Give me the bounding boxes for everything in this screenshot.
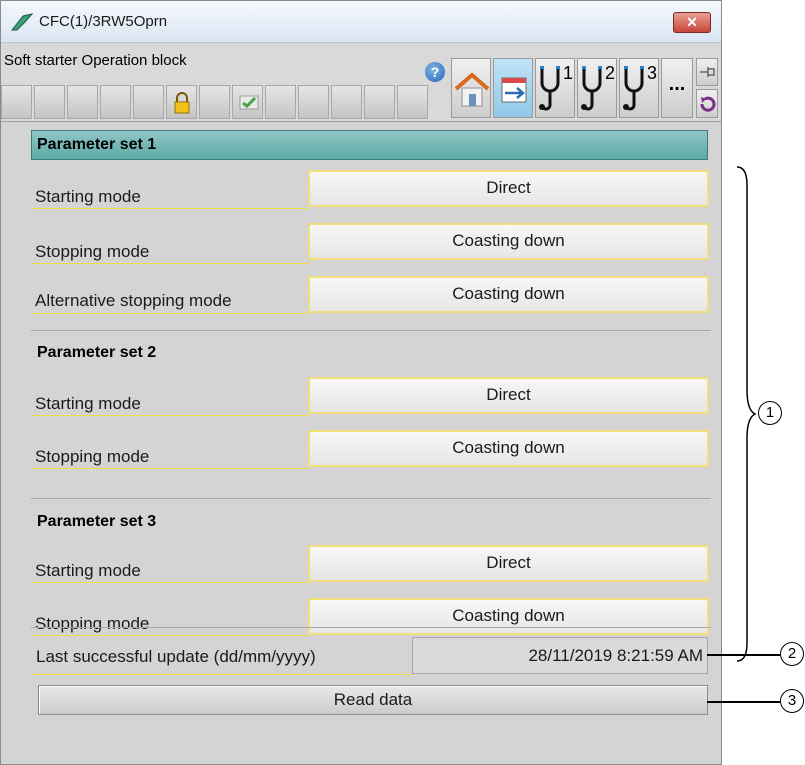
pin-icon: [700, 67, 715, 77]
undo-icon: [700, 96, 716, 112]
switch-view-icon: [501, 77, 527, 103]
label-underline: [31, 468, 309, 469]
status-cell: [100, 85, 131, 119]
probe-button-2[interactable]: 2: [577, 58, 617, 118]
param-label: Starting mode: [35, 394, 141, 413]
status-cell: [397, 85, 428, 119]
param-label: Alternative stopping mode: [35, 291, 232, 310]
probe-number: 1: [563, 63, 574, 83]
read-data-button[interactable]: Read data: [38, 685, 708, 715]
more-label: ...: [668, 73, 686, 95]
label-underline: [31, 674, 411, 675]
callout-2: 2: [780, 642, 804, 666]
status-cell: [34, 85, 65, 119]
status-cell: [1, 85, 32, 119]
label-underline: [31, 582, 309, 583]
param-label: Starting mode: [35, 187, 141, 206]
label-underline: [31, 208, 309, 209]
param-label: Stopping mode: [35, 447, 150, 466]
block-name: Soft starter Operation block: [4, 52, 187, 69]
block-header: Soft starter Operation block ? 1 2 3 ...: [1, 44, 721, 122]
callout-1: 1: [758, 401, 782, 425]
app-icon: [11, 13, 33, 31]
callout-3-leader: [707, 701, 780, 703]
param-label: Stopping mode: [35, 614, 150, 633]
stethoscope-icon: [539, 66, 560, 111]
brace-bracket: [736, 166, 757, 662]
status-cell-lock: [166, 85, 197, 119]
probe-number: 3: [647, 63, 658, 83]
starting-mode-value[interactable]: Direct: [308, 377, 709, 414]
faceplate-switch-button[interactable]: [493, 58, 533, 118]
probe-button-3[interactable]: 3: [619, 58, 659, 118]
probe-button-1[interactable]: 1: [535, 58, 575, 118]
title-bar[interactable]: CFC(1)/3RW5Oprn ✕: [1, 1, 721, 43]
check-icon: [239, 95, 259, 110]
status-cell: [298, 85, 329, 119]
stopping-mode-value[interactable]: Coasting down: [308, 430, 709, 467]
stopping-mode-value[interactable]: Coasting down: [308, 223, 709, 260]
status-cell: [67, 85, 98, 119]
home-icon: [454, 72, 490, 107]
status-cell: [364, 85, 395, 119]
parameter-set-title: Parameter set 1: [37, 136, 157, 153]
alternative-stopping-mode-value[interactable]: Coasting down: [308, 276, 709, 313]
divider: [31, 330, 711, 331]
parameter-set-title: Parameter set 3: [37, 513, 157, 530]
close-button[interactable]: ✕: [673, 12, 711, 33]
window-title: CFC(1)/3RW5Oprn: [39, 13, 168, 30]
last-update-value: 28/11/2019 8:21:59 AM: [412, 637, 708, 674]
stethoscope-icon: [581, 66, 602, 111]
label-underline: [31, 263, 309, 264]
starting-mode-value[interactable]: Direct: [308, 170, 709, 207]
status-cell: [199, 85, 230, 119]
stopping-mode-value[interactable]: Coasting down: [308, 598, 709, 635]
faceplate-window: CFC(1)/3RW5Oprn ✕ Soft starter Operation…: [0, 0, 722, 765]
probe-number: 2: [605, 63, 616, 83]
last-update-label: Last successful update (dd/mm/yyyy): [36, 647, 316, 666]
callout-3: 3: [780, 689, 804, 713]
starting-mode-value[interactable]: Direct: [308, 545, 709, 582]
label-underline: [31, 635, 309, 636]
more-button[interactable]: ...: [661, 58, 693, 118]
label-underline: [31, 313, 309, 314]
parameter-set-title: Parameter set 2: [37, 344, 157, 361]
status-strip: [1, 85, 428, 119]
label-underline: [31, 415, 309, 416]
param-label: Starting mode: [35, 561, 141, 580]
stethoscope-icon: [623, 66, 644, 111]
divider: [31, 498, 711, 499]
status-cell: [331, 85, 362, 119]
param-label: Stopping mode: [35, 242, 150, 261]
help-icon[interactable]: ?: [425, 62, 445, 82]
pin-button[interactable]: [696, 58, 718, 86]
status-cell: [265, 85, 296, 119]
status-cell: [133, 85, 164, 119]
callout-2-leader: [707, 654, 780, 656]
home-button[interactable]: [451, 58, 491, 118]
lock-icon: [174, 92, 190, 114]
divider: [31, 627, 711, 628]
status-cell-check: [232, 85, 263, 119]
undo-button[interactable]: [696, 89, 718, 118]
